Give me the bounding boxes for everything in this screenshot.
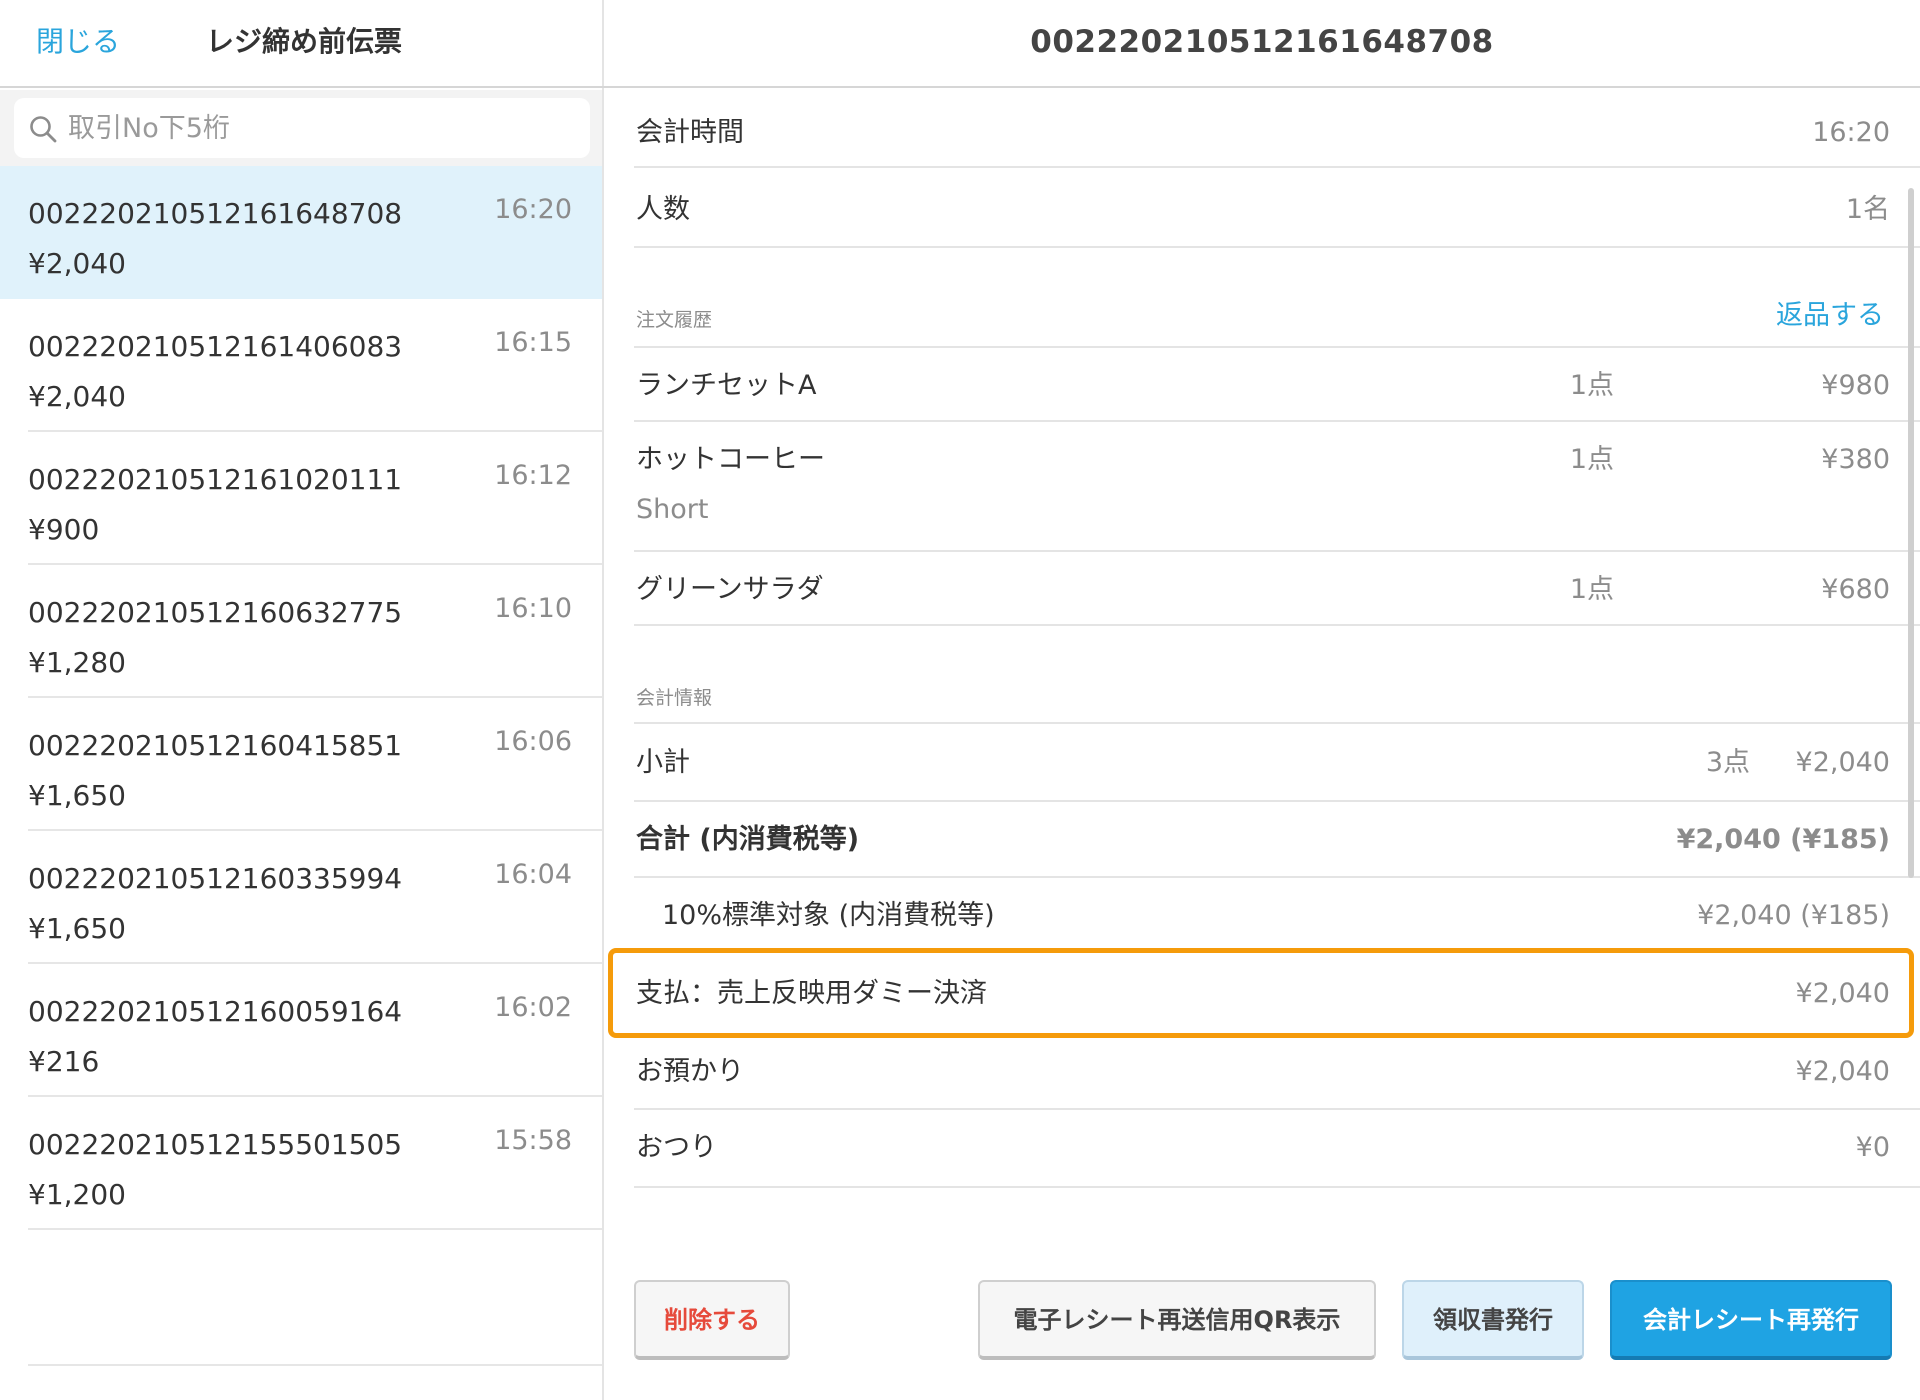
transaction-number: 002220210512160335994: [28, 862, 403, 895]
transaction-number: 002220210512160059164: [28, 995, 403, 1028]
transaction-item[interactable]: 002220210512160059164 16:02 ¥216: [0, 964, 602, 1097]
subtotal-value: ¥2,040: [1795, 747, 1890, 778]
transaction-list: 002220210512161648708 16:20 ¥2,040 00222…: [0, 166, 602, 1230]
total-row: 合計 (内消費税等) ¥2,040 (¥185): [634, 802, 1920, 878]
delete-button[interactable]: 削除する: [634, 1280, 790, 1360]
transaction-amount: ¥1,650: [28, 912, 126, 945]
close-button[interactable]: 閉じる: [36, 22, 120, 62]
guests-row: 人数 1名: [634, 168, 1920, 248]
search-input[interactable]: [68, 106, 568, 150]
return-button[interactable]: 返品する: [1776, 296, 1884, 336]
transaction-item[interactable]: 002220210512155501505 15:58 ¥1,200: [0, 1097, 602, 1230]
search-icon: [30, 116, 57, 143]
tax-standard-label: 10%標準対象 (内消費税等): [662, 900, 995, 931]
transaction-time: 16:04: [494, 859, 572, 890]
order-item-name: ランチセットA: [636, 370, 817, 401]
change-label: おつり: [636, 1132, 717, 1163]
issue-receipt-button[interactable]: 領収書発行: [1402, 1280, 1584, 1360]
deposit-row: お預かり ¥2,040: [634, 1038, 1920, 1110]
transaction-amount: ¥1,650: [28, 779, 126, 812]
reissue-receipt-button[interactable]: 会計レシート再発行: [1610, 1280, 1892, 1360]
order-item-qty: 1点: [1569, 444, 1614, 475]
transaction-time: 16:20: [494, 194, 572, 225]
transaction-number: 002220210512160415851: [28, 729, 403, 762]
transaction-number: 002220210512161648708: [28, 197, 403, 230]
checkout-time-label: 会計時間: [636, 117, 744, 148]
transaction-number: 002220210512160632775: [28, 596, 403, 629]
order-history-section-label: 注文履歴: [636, 309, 713, 331]
deposit-value: ¥2,040: [1795, 1056, 1890, 1087]
transaction-item[interactable]: 002220210512161406083 16:15 ¥2,040: [0, 299, 602, 432]
scrollbar[interactable]: [1908, 188, 1914, 878]
subtotal-qty: 3点: [1705, 747, 1750, 778]
transaction-time: 16:10: [494, 593, 572, 624]
transaction-amount: ¥1,280: [28, 646, 126, 679]
transaction-time: 15:58: [494, 1125, 572, 1156]
guests-label: 人数: [636, 194, 690, 225]
guests-value: 1名: [1845, 194, 1890, 225]
order-item-name: ホットコーヒー: [636, 444, 825, 475]
payment-info-section-label: 会計情報: [636, 687, 713, 709]
checkout-time-value: 16:20: [1812, 117, 1890, 148]
order-item-name: グリーンサラダ: [636, 574, 824, 605]
transaction-amount: ¥2,040: [28, 380, 126, 413]
order-item-qty: 1点: [1569, 574, 1614, 605]
payment-highlight-frame: [608, 948, 1914, 1038]
search-box[interactable]: [14, 98, 590, 158]
checkout-time-row: 会計時間 16:20: [634, 98, 1920, 168]
transaction-number: 002220210512155501505: [28, 1128, 403, 1161]
divider: [28, 1228, 602, 1230]
panel-title: レジ締め前伝票: [206, 25, 403, 58]
detail-header: 002220210512161648708: [604, 0, 1920, 88]
order-item-option: Short: [636, 494, 709, 525]
transaction-amount: ¥2,040: [28, 247, 126, 280]
order-item-row: ホットコーヒー 1点 ¥380 Short: [634, 422, 1920, 552]
change-row: おつり ¥0: [634, 1110, 1920, 1188]
divider: [28, 1364, 602, 1366]
transaction-number: 002220210512161406083: [28, 330, 403, 363]
transaction-item[interactable]: 002220210512161020111 16:12 ¥900: [0, 432, 602, 565]
transaction-number: 002220210512161020111: [28, 463, 403, 496]
transaction-time: 16:12: [494, 460, 572, 491]
transaction-amount: ¥1,200: [28, 1178, 126, 1211]
detail-title: 002220210512161648708: [1030, 24, 1494, 60]
deposit-label: お預かり: [636, 1056, 744, 1087]
total-label: 合計 (内消費税等): [636, 824, 860, 855]
total-value: ¥2,040 (¥185): [1676, 824, 1890, 855]
transaction-detail-panel: 002220210512161648708 会計時間 16:20 人数 1名 注…: [604, 0, 1920, 1400]
order-item-row: グリーンサラダ 1点 ¥680: [634, 552, 1920, 626]
transaction-item[interactable]: 002220210512160415851 16:06 ¥1,650: [0, 698, 602, 831]
order-item-price: ¥680: [1821, 574, 1890, 605]
transaction-time: 16:15: [494, 327, 572, 358]
order-item-price: ¥380: [1821, 444, 1890, 475]
search-bar: [0, 90, 602, 166]
order-item-price: ¥980: [1821, 370, 1890, 401]
transaction-amount: ¥216: [28, 1045, 100, 1078]
show-qr-button[interactable]: 電子レシート再送信用QR表示: [978, 1280, 1376, 1360]
order-item-row: ランチセットA 1点 ¥980: [634, 348, 1920, 422]
subtotal-row: 小計 3点 ¥2,040: [634, 724, 1920, 802]
transaction-amount: ¥900: [28, 513, 100, 546]
order-item-qty: 1点: [1569, 370, 1614, 401]
transaction-time: 16:06: [494, 726, 572, 757]
transaction-item[interactable]: 002220210512161648708 16:20 ¥2,040: [0, 166, 602, 299]
tax-standard-row: 10%標準対象 (内消費税等) ¥2,040 (¥185): [634, 878, 1920, 954]
left-header: 閉じる レジ締め前伝票: [0, 0, 604, 88]
tax-standard-value: ¥2,040 (¥185): [1697, 900, 1890, 931]
transaction-item[interactable]: 002220210512160335994 16:04 ¥1,650: [0, 831, 602, 964]
subtotal-label: 小計: [636, 747, 690, 778]
change-value: ¥0: [1855, 1132, 1890, 1163]
transaction-time: 16:02: [494, 992, 572, 1023]
transaction-list-panel: 閉じる レジ締め前伝票 002220210512161648708 16:20 …: [0, 0, 604, 1400]
transaction-item[interactable]: 002220210512160632775 16:10 ¥1,280: [0, 565, 602, 698]
